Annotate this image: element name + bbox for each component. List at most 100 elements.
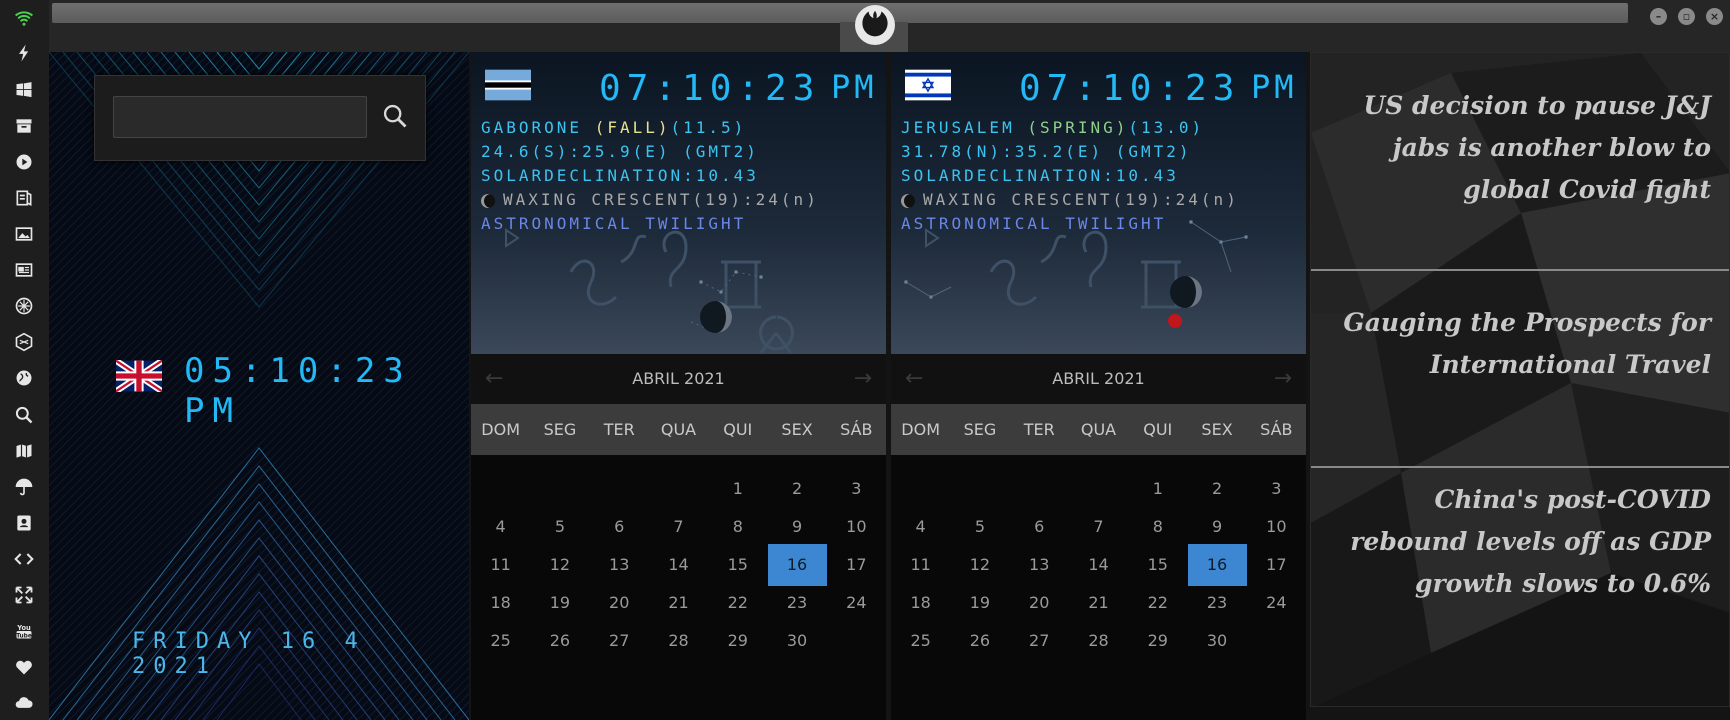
news-headline[interactable]: China's post-COVID rebound levels off as…	[1341, 479, 1711, 605]
search-icon[interactable]	[12, 403, 36, 427]
calendar-day[interactable]: 26	[530, 620, 589, 662]
calendar-day[interactable]: 22	[1128, 582, 1187, 624]
calendar-day[interactable]: 20	[1010, 582, 1069, 624]
minimize-button[interactable]: –	[1650, 8, 1667, 25]
star-icon[interactable]	[12, 294, 36, 318]
calendar-day[interactable]: 3	[1247, 468, 1306, 510]
calendar-day[interactable]: 21	[649, 582, 708, 624]
calendar-day[interactable]: 30	[768, 620, 827, 662]
calendar-day[interactable]: 28	[649, 620, 708, 662]
calendar-day[interactable]: 14	[1069, 544, 1128, 586]
calendar-day[interactable]: 6	[590, 506, 649, 548]
play-icon[interactable]	[12, 150, 36, 174]
cloud-icon[interactable]	[12, 690, 36, 714]
calendar-day[interactable]: 9	[1188, 506, 1247, 548]
calendar-day[interactable]: 12	[530, 544, 589, 586]
calendar-day[interactable]: 21	[1069, 582, 1128, 624]
calendar-day[interactable]: 25	[891, 620, 950, 662]
image-icon[interactable]	[12, 222, 36, 246]
weekday-label: QUA	[1080, 420, 1117, 439]
city-panel-gaborone: 07:10:23 PM GABORONE (FALL)(11.5) 24.6(S…	[471, 52, 886, 720]
maximize-button[interactable]: ▫	[1678, 8, 1695, 25]
calendar-day[interactable]: 23	[768, 582, 827, 624]
calendar-day[interactable]: 28	[1069, 620, 1128, 662]
calendar-day[interactable]: 15	[708, 544, 767, 586]
calendar-day[interactable]: 4	[891, 506, 950, 548]
calendar-day[interactable]: 1	[1128, 468, 1187, 510]
globe-icon[interactable]	[12, 366, 36, 390]
calendar-day[interactable]: 26	[950, 620, 1009, 662]
moon-phase-icon	[901, 193, 915, 208]
calendar-day[interactable]: 29	[1128, 620, 1187, 662]
calendar-day[interactable]: 17	[1247, 544, 1306, 586]
calendar-weekdays: DOM SEG TER QUA QUI SEX SÁB	[471, 404, 886, 455]
calendar-day[interactable]: 12	[950, 544, 1009, 586]
calendar-day[interactable]: 11	[891, 544, 950, 586]
calendar-next-button[interactable]: →	[854, 366, 872, 391]
contacts-icon[interactable]	[12, 511, 36, 535]
calendar-day[interactable]: 10	[1247, 506, 1306, 548]
calendar-day[interactable]: 15	[1128, 544, 1187, 586]
calendar-day[interactable]: 17	[827, 544, 886, 586]
weekday-label: TER	[603, 420, 635, 439]
calendar-day[interactable]: 5	[950, 506, 1009, 548]
calendar-day[interactable]: 6	[1010, 506, 1069, 548]
title-bar-field[interactable]	[52, 3, 1628, 23]
calendar-day[interactable]: 1	[708, 468, 767, 510]
calendar-day[interactable]: 9	[768, 506, 827, 548]
umbrella-icon[interactable]	[12, 475, 36, 499]
close-button[interactable]: ×	[1706, 8, 1723, 25]
expand-icon[interactable]	[12, 583, 36, 607]
calendar-day[interactable]: 7	[649, 506, 708, 548]
windows-icon[interactable]	[12, 78, 36, 102]
code-icon[interactable]	[12, 547, 36, 571]
calendar-day-today[interactable]: 16	[1187, 544, 1247, 586]
hexagon-icon[interactable]	[12, 330, 36, 354]
calendar-day[interactable]: 2	[768, 468, 827, 510]
youtube-icon[interactable]: You Tube	[12, 619, 36, 643]
rebel-alliance-logo-icon[interactable]	[855, 5, 895, 45]
calendar-day[interactable]: 27	[590, 620, 649, 662]
calendar-day[interactable]: 18	[471, 582, 530, 624]
calendar-next-button[interactable]: →	[1274, 366, 1292, 391]
heart-icon[interactable]	[12, 655, 36, 679]
city-twilight: ASTRONOMICAL TWILIGHT	[901, 214, 1167, 233]
local-clock-panel: 05:10:23 PM FRIDAY 16 4 2021	[49, 52, 469, 720]
archive-icon[interactable]	[12, 114, 36, 138]
calendar-day[interactable]: 8	[1128, 506, 1187, 548]
calendar-day[interactable]: 19	[950, 582, 1009, 624]
calendar-day[interactable]: 2	[1188, 468, 1247, 510]
calendar-day[interactable]: 24	[1247, 582, 1306, 624]
calendar-day[interactable]: 10	[827, 506, 886, 548]
wifi-icon[interactable]	[12, 6, 36, 30]
calendar-day[interactable]: 18	[891, 582, 950, 624]
calendar-day[interactable]: 30	[1188, 620, 1247, 662]
map-book-icon[interactable]	[12, 186, 36, 210]
calendar-day[interactable]: 13	[590, 544, 649, 586]
calendar-day[interactable]: 13	[1010, 544, 1069, 586]
map-icon[interactable]	[12, 439, 36, 463]
calendar-day[interactable]: 24	[827, 582, 886, 624]
calendar-day[interactable]: 14	[649, 544, 708, 586]
calendar-day-today[interactable]: 16	[767, 544, 827, 586]
calendar-day[interactable]: 19	[530, 582, 589, 624]
newspaper-icon[interactable]	[12, 258, 36, 282]
calendar-day[interactable]: 5	[530, 506, 589, 548]
calendar-day[interactable]: 23	[1188, 582, 1247, 624]
news-headline[interactable]: Gauging the Prospects for International …	[1341, 302, 1711, 386]
calendar-day[interactable]: 7	[1069, 506, 1128, 548]
search-button[interactable]	[377, 98, 413, 134]
calendar-day[interactable]: 4	[471, 506, 530, 548]
calendar-day[interactable]: 3	[827, 468, 886, 510]
calendar-day[interactable]: 20	[590, 582, 649, 624]
weekday-label: QUI	[1143, 420, 1173, 439]
calendar-day[interactable]: 25	[471, 620, 530, 662]
lightning-icon[interactable]	[12, 41, 36, 65]
search-input[interactable]	[113, 96, 367, 138]
calendar-day[interactable]: 22	[708, 582, 767, 624]
calendar-day[interactable]: 11	[471, 544, 530, 586]
calendar-day[interactable]: 27	[1010, 620, 1069, 662]
calendar-day[interactable]: 8	[708, 506, 767, 548]
news-headline[interactable]: US decision to pause J&J jabs is another…	[1341, 85, 1712, 211]
calendar-day[interactable]: 29	[708, 620, 767, 662]
